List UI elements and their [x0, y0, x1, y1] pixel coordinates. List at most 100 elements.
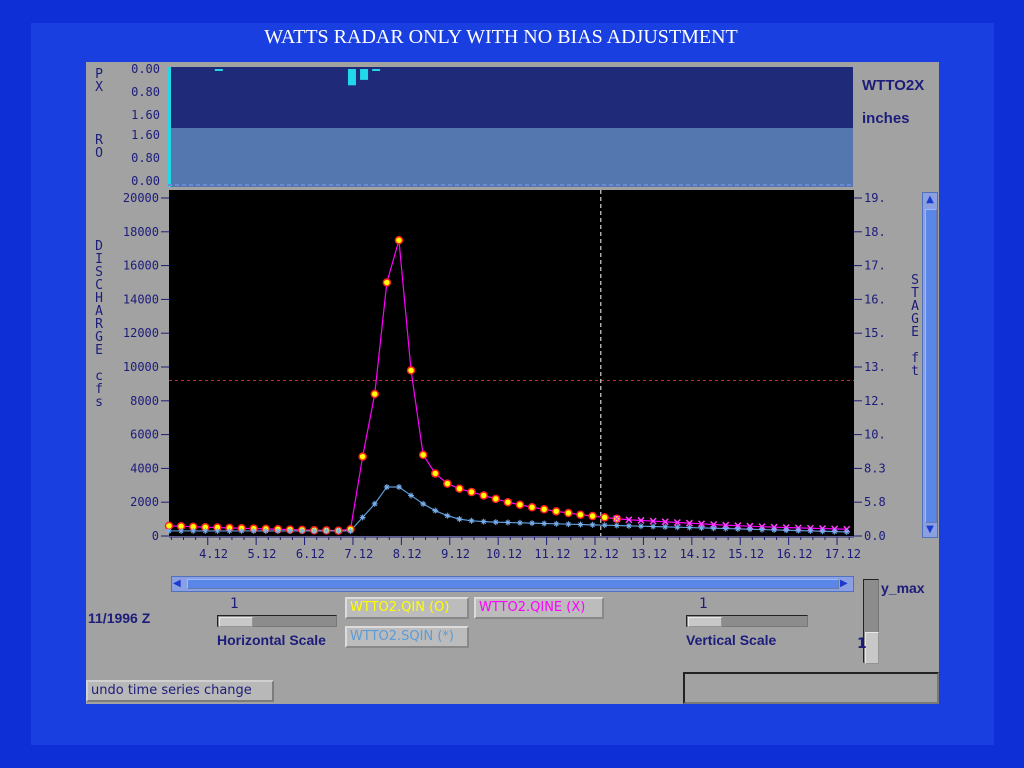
qin-marker	[455, 484, 464, 493]
legend-qin[interactable]: WTTO2.QIN (O)	[345, 597, 469, 619]
horizontal-scale-label: Horizontal Scale	[217, 632, 326, 648]
precip-bar	[214, 69, 223, 71]
x-tick-label: 14.12	[680, 547, 716, 560]
stage-axis-letter: t	[911, 364, 919, 379]
qin-marker	[600, 513, 609, 522]
right-tick-label: 18.77	[864, 225, 886, 239]
precip-tick-label: 0.80	[131, 85, 160, 99]
legend-sqin[interactable]: WTTO2.SQIN (*)	[345, 626, 469, 648]
hydrograph-chart: 20000 18000 16000 14000 12000 10000 8000 6000 40…	[123, 190, 886, 560]
precip-tick-label: 0.00	[131, 174, 160, 188]
horizontal-scrollbar[interactable]: ◀ ▶	[171, 576, 854, 592]
left-tick-label: 6000	[130, 428, 159, 442]
qin-marker	[431, 469, 440, 478]
precip-tick-label: 1.60	[131, 128, 160, 142]
horizontal-scroll-thumb[interactable]	[187, 579, 839, 589]
precip-tick-label: 1.60	[131, 108, 160, 122]
qin-marker	[527, 503, 537, 512]
left-tick-label: 8000	[130, 394, 159, 408]
precip-bar	[360, 69, 369, 80]
scroll-left-arrow[interactable]: ◀	[173, 577, 185, 591]
discharge-axis-letter: s	[95, 395, 103, 410]
ro-axis-letter: O	[95, 146, 103, 161]
left-tick-label: 20000	[123, 191, 159, 205]
precip-tick-label: 0.80	[131, 151, 160, 165]
horizontal-scale-slider[interactable]	[217, 615, 337, 627]
qin-marker	[564, 508, 573, 518]
status-field[interactable]	[683, 672, 939, 704]
x-tick-label: 7.12	[344, 547, 373, 560]
right-tick-label: 15.07	[864, 326, 886, 340]
qin-marker	[382, 278, 392, 287]
scroll-right-arrow[interactable]: ▶	[840, 577, 852, 591]
x-tick-label: 4.12	[199, 547, 228, 560]
qin-marker	[370, 389, 379, 399]
hydrograph-window: PX RO 0.00 0.80 1.60 1.60 0.80 0.00 WTTO2X i…	[86, 62, 939, 704]
right-tick-label: 0.00	[864, 529, 886, 543]
right-tick-label: 13.62	[864, 360, 886, 374]
qin-marker	[491, 494, 501, 504]
x-tick-label: 17.12	[825, 547, 861, 560]
vertical-scale-slider[interactable]	[686, 615, 808, 627]
date-label: 11/1996 Z	[88, 610, 151, 626]
qin-marker	[406, 366, 416, 375]
left-tick-label: 10000	[123, 360, 159, 374]
slide-title: WATTS RADAR ONLY WITH NO BIAS ADJUSTMENT	[264, 26, 738, 48]
horizontal-scale-thumb[interactable]	[219, 617, 253, 627]
qin-marker	[503, 497, 513, 507]
qin-marker	[418, 450, 428, 460]
ro-axis-label: RO	[92, 134, 106, 160]
qin-marker	[467, 487, 476, 497]
left-tick-label: 4000	[130, 461, 159, 475]
right-tick-label: 12.00	[864, 394, 886, 408]
px-axis-label: PX	[92, 68, 106, 94]
left-tick-label: 2000	[130, 495, 159, 509]
right-tick-label: 19.57	[864, 191, 886, 205]
precip-tick-label: 0.00	[131, 62, 160, 76]
stage-axis-label: STAGE ft	[908, 274, 922, 378]
vertical-scale-thumb[interactable]	[688, 617, 722, 627]
qin-marker	[552, 507, 561, 516]
y-max-label: y_max	[881, 580, 925, 596]
left-tick-label: 18000	[123, 225, 159, 239]
vertical-scroll-thumb[interactable]	[925, 209, 937, 523]
plot-area	[169, 190, 854, 536]
left-tick-label: 12000	[123, 326, 159, 340]
discharge-axis-label: DISCHARGE cfs	[92, 240, 106, 409]
precip-bar	[347, 69, 356, 86]
units-label: inches	[862, 110, 910, 127]
qin-marker	[394, 236, 404, 245]
x-tick-label: 15.12	[728, 547, 764, 560]
px-axis-letter: X	[95, 80, 103, 95]
left-tick-label: 14000	[123, 292, 159, 306]
x-tick-label: 13.12	[631, 547, 667, 560]
qin-marker	[479, 491, 488, 500]
left-tick-label: 16000	[123, 259, 159, 273]
legend-qine[interactable]: WTTO2.QINE (X)	[474, 597, 604, 619]
x-tick-label: 5.12	[247, 547, 276, 560]
precip-axis-bar	[168, 67, 171, 187]
horizontal-scale-value: 1	[230, 596, 239, 612]
y-max-thumb[interactable]	[865, 632, 879, 664]
qin-marker	[358, 452, 367, 461]
right-tick-label: 16.47	[864, 292, 886, 306]
qin-marker	[588, 511, 597, 521]
qin-marker	[576, 510, 585, 519]
x-tick-label: 12.12	[583, 547, 619, 560]
x-tick-label: 6.12	[296, 547, 325, 560]
vertical-scrollbar[interactable]: ▲ ▼	[922, 192, 938, 538]
right-tick-label: 8.37	[864, 461, 886, 475]
qin-marker	[515, 500, 525, 509]
scroll-up-arrow[interactable]: ▲	[924, 194, 936, 206]
vertical-scale-value: 1	[699, 596, 708, 612]
qin-marker	[443, 479, 452, 488]
right-tick-label: 10.21	[864, 428, 886, 442]
precip-panel	[168, 67, 853, 187]
precip-bars	[168, 67, 853, 187]
scroll-down-arrow[interactable]: ▼	[924, 524, 936, 536]
x-tick-label: 16.12	[776, 547, 812, 560]
qin-marker	[539, 505, 549, 514]
x-tick-label: 10.12	[486, 547, 522, 560]
undo-time-series-change-button[interactable]: undo time series change	[86, 680, 274, 702]
vertical-scale-label: Vertical Scale	[686, 632, 777, 648]
